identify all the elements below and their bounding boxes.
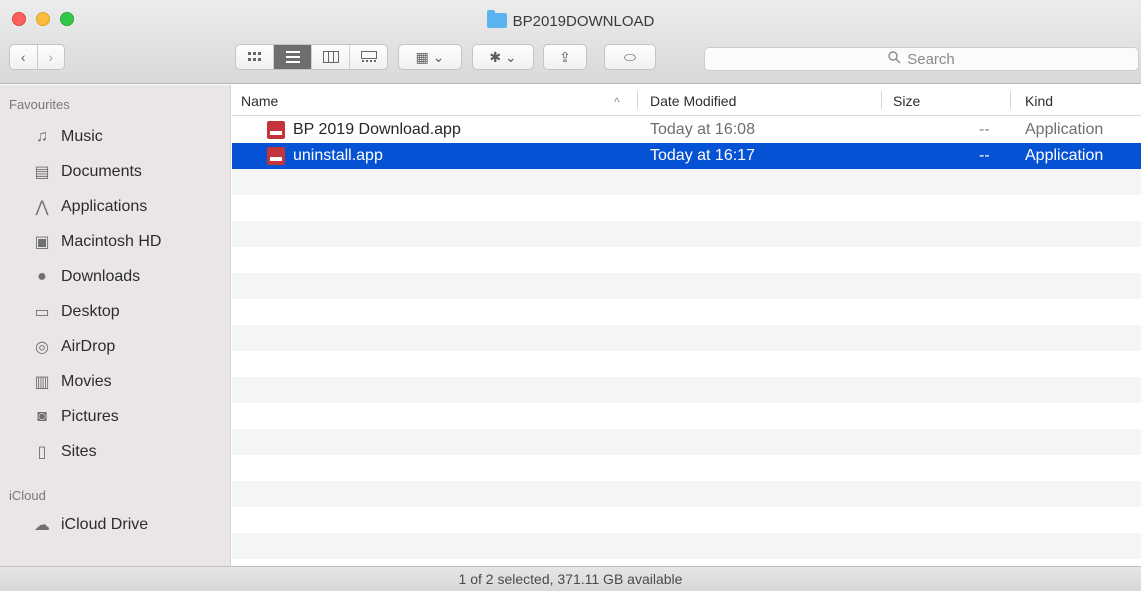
sidebar-item-label: Downloads [61, 268, 141, 285]
sidebar-item-label: Sites [61, 443, 97, 460]
favourites-header: Favourites [9, 97, 70, 112]
window-toolbar: BP2019DOWNLOAD ‹ › ▦ ⌄ ✱ ⌄ ⇪ ⬭ Search [0, 0, 1141, 84]
column-divider[interactable] [637, 91, 638, 109]
share-button[interactable]: ⇪ [543, 44, 587, 70]
file-name: uninstall.app [293, 147, 383, 164]
file-kind: Application [1025, 147, 1104, 164]
forward-button[interactable]: › [36, 45, 65, 69]
icon-view-icon[interactable] [236, 45, 273, 69]
empty-row [232, 507, 1141, 533]
folder-icon [486, 10, 507, 28]
pictures-icon: ◙ [37, 408, 47, 425]
sidebar-item-applications[interactable]: ⋀ Applications [31, 194, 147, 220]
sidebar-item-airdrop[interactable]: ◎ AirDrop [31, 334, 115, 360]
airdrop-icon: ◎ [35, 339, 49, 356]
search-icon [888, 50, 901, 68]
sidebar-item-documents[interactable]: ▤ Documents [31, 159, 142, 185]
column-divider[interactable] [1010, 91, 1011, 109]
search-placeholder: Search [907, 50, 955, 68]
sidebar-item-sites[interactable]: ▯ Sites [31, 439, 97, 465]
column-header-bar: Name ^ Date Modified Size Kind [232, 85, 1141, 116]
view-mode-control [235, 44, 388, 70]
empty-row [232, 481, 1141, 507]
sidebar-item-label: Applications [61, 198, 148, 215]
sidebar-item-label: Pictures [61, 408, 119, 425]
sidebar-item-desktop[interactable]: ▭ Desktop [31, 299, 120, 325]
empty-row [232, 221, 1141, 247]
downloads-icon: ● [37, 268, 47, 285]
empty-row [232, 533, 1141, 559]
back-forward-control: ‹ › [9, 44, 65, 70]
empty-row [232, 273, 1141, 299]
column-divider[interactable] [881, 91, 882, 109]
arrange-button[interactable]: ▦ ⌄ [398, 44, 462, 70]
empty-row [232, 247, 1141, 273]
sidebar-item-icloud-drive[interactable]: ☁ iCloud Drive [31, 512, 148, 538]
sidebar-item-label: Macintosh HD [61, 233, 162, 250]
file-date: Today at 16:17 [650, 147, 755, 164]
file-list: BP 2019 Download.app Today at 16:08 -- A… [232, 117, 1141, 566]
column-header-kind[interactable]: Kind [1025, 93, 1053, 109]
sidebar-item-label: Desktop [61, 303, 120, 320]
sidebar-item-label: Documents [61, 163, 142, 180]
window-title-text: BP2019DOWNLOAD [512, 13, 655, 30]
file-row[interactable]: BP 2019 Download.app Today at 16:08 -- A… [232, 117, 1141, 143]
file-size: -- [979, 121, 990, 138]
sidebar-item-label: Movies [61, 373, 112, 390]
sidebar-item-label: Music [61, 128, 103, 145]
empty-row [232, 351, 1141, 377]
window-title: BP2019DOWNLOAD [0, 10, 1141, 30]
empty-row [232, 325, 1141, 351]
sidebar-item-macintosh-hd[interactable]: ▣ Macintosh HD [31, 229, 161, 255]
sidebar-item-label: AirDrop [61, 338, 116, 355]
applications-icon: ⋀ [35, 199, 49, 216]
empty-row [232, 169, 1141, 195]
empty-row [232, 455, 1141, 481]
sidebar-item-movies[interactable]: ▥ Movies [31, 369, 112, 395]
app-icon [267, 147, 285, 165]
sidebar: Favourites ♫ Music ▤ Documents ⋀ Applicatio… [0, 85, 231, 566]
column-view-icon[interactable] [311, 45, 349, 69]
column-header-size[interactable]: Size [893, 93, 920, 109]
sites-folder-icon: ▯ [37, 444, 47, 461]
documents-icon: ▤ [34, 164, 50, 181]
sidebar-item-music[interactable]: ♫ Music [31, 124, 103, 150]
column-header-date-modified[interactable]: Date Modified [650, 93, 736, 109]
file-kind: Application [1025, 121, 1104, 138]
sort-ascending-icon: ^ [614, 95, 620, 109]
sidebar-item-pictures[interactable]: ◙ Pictures [31, 404, 119, 430]
file-row-selected[interactable]: uninstall.app Today at 16:17 -- Applicat… [232, 143, 1141, 169]
cloud-icon: ☁ [34, 517, 50, 534]
status-bar: 1 of 2 selected, 371.11 GB available [0, 566, 1141, 591]
search-field[interactable]: Search [704, 47, 1139, 71]
action-gear-button[interactable]: ✱ ⌄ [472, 44, 534, 70]
list-view-icon[interactable] [273, 45, 311, 69]
column-header-name[interactable]: Name [241, 93, 278, 109]
icloud-header: iCloud [9, 488, 46, 503]
empty-row [232, 299, 1141, 325]
back-button[interactable]: ‹ [10, 45, 37, 69]
file-size: -- [979, 147, 990, 164]
empty-row [232, 377, 1141, 403]
empty-row [232, 429, 1141, 455]
file-name: BP 2019 Download.app [293, 121, 461, 138]
sidebar-item-label: iCloud Drive [61, 516, 149, 533]
desktop-icon: ▭ [34, 304, 50, 321]
empty-row [232, 195, 1141, 221]
tags-button[interactable]: ⬭ [604, 44, 656, 70]
empty-row [232, 403, 1141, 429]
hard-drive-icon: ▣ [34, 234, 50, 251]
sidebar-item-downloads[interactable]: ● Downloads [31, 264, 140, 290]
gallery-view-icon[interactable] [349, 45, 387, 69]
app-icon [267, 121, 285, 139]
music-icon: ♫ [36, 128, 48, 145]
file-date: Today at 16:08 [650, 121, 755, 138]
movies-icon: ▥ [34, 374, 50, 391]
